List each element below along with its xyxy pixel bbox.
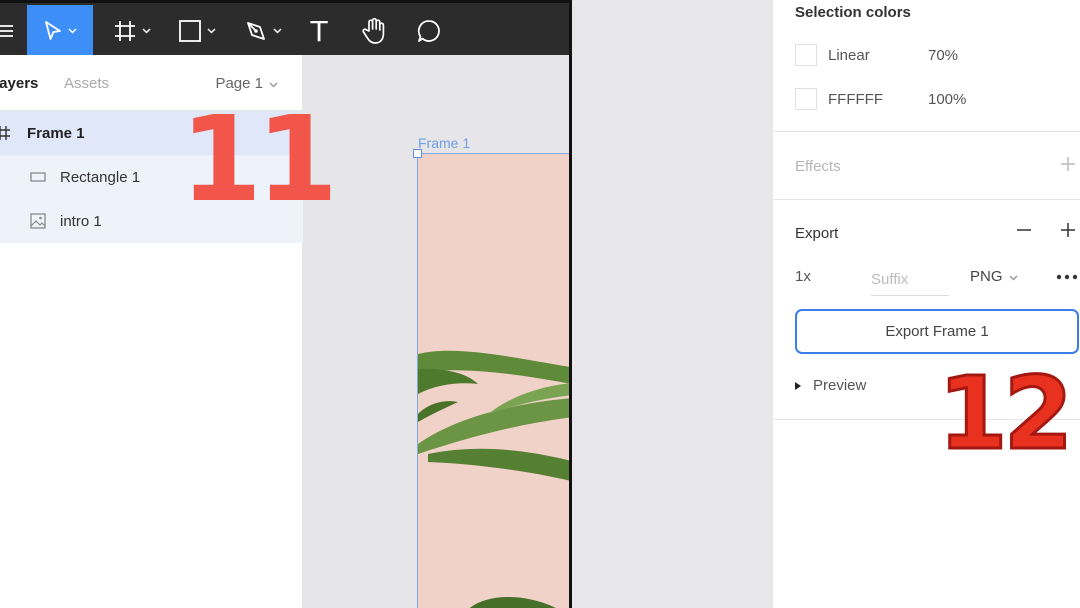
text-tool-icon: T: [310, 14, 328, 48]
chevron-down-icon: [142, 28, 151, 34]
canvas-frame[interactable]: [417, 153, 569, 608]
more-dots-icon: [1056, 267, 1078, 285]
plus-icon: [1060, 156, 1076, 177]
layer-label: Frame 1: [27, 124, 85, 142]
caret-right-icon: [795, 377, 801, 394]
hamburger-menu-icon[interactable]: [0, 5, 18, 57]
tab-assets[interactable]: Assets: [64, 75, 109, 92]
add-export-button[interactable]: [1059, 222, 1077, 243]
comment-bubble-icon: [416, 18, 442, 44]
selection-handle[interactable]: [413, 149, 422, 158]
export-frame-button[interactable]: Export Frame 1: [795, 309, 1079, 354]
frame-hash-icon: [113, 19, 137, 43]
remove-export-button[interactable]: [1015, 223, 1033, 241]
step-number-12: 12: [936, 355, 1074, 472]
screen: T Layers Assets Page 1: [0, 0, 1080, 608]
editor-window: T Layers Assets Page 1: [0, 0, 572, 608]
export-format-select[interactable]: PNG: [970, 268, 1018, 285]
toolbar: T: [0, 0, 569, 57]
rectangle-layer-icon: [30, 171, 46, 183]
hand-tool-button[interactable]: [356, 5, 392, 57]
frame-hash-icon: [0, 125, 10, 141]
image-layer-icon: [30, 213, 46, 229]
pen-tool-icon: [244, 19, 268, 43]
canvas-frame-label[interactable]: Frame 1: [418, 135, 470, 151]
suffix-input[interactable]: [871, 264, 949, 296]
color-name[interactable]: FFFFFF: [828, 91, 883, 108]
export-scale[interactable]: 1x: [795, 268, 811, 285]
effects-title: Effects: [795, 158, 841, 175]
color-name[interactable]: Linear: [828, 47, 870, 64]
color-swatch[interactable]: [795, 44, 817, 66]
color-opacity[interactable]: 100%: [928, 91, 966, 108]
chevron-down-icon: [207, 28, 216, 34]
divider: [773, 199, 1080, 200]
plant-image: [418, 350, 569, 608]
export-format-label: PNG: [970, 268, 1003, 285]
properties-panel: Selection colors Linear 70% FFFFFF 100% …: [773, 0, 1080, 608]
add-effect-button[interactable]: [1059, 156, 1077, 177]
export-options-button[interactable]: [1055, 266, 1079, 286]
pen-tool-button[interactable]: [238, 5, 288, 57]
divider: [773, 131, 1080, 132]
rectangle-shape-icon: [178, 19, 202, 43]
minus-icon: [1016, 222, 1032, 243]
layer-label: Rectangle 1: [60, 168, 141, 186]
chevron-down-icon: [273, 28, 282, 34]
selection-colors-title: Selection colors: [795, 4, 911, 21]
layer-label: intro 1: [60, 212, 102, 230]
color-opacity[interactable]: 70%: [928, 47, 958, 64]
text-tool-button[interactable]: T: [302, 5, 336, 57]
shape-tool-button[interactable]: [172, 5, 222, 57]
tab-layers[interactable]: Layers: [0, 75, 38, 92]
move-tool-button[interactable]: [27, 5, 93, 57]
export-title: Export: [795, 225, 839, 242]
plus-icon: [1060, 222, 1076, 243]
preview-toggle[interactable]: Preview: [795, 377, 866, 394]
move-pointer-icon: [43, 20, 63, 42]
chevron-down-icon: [68, 28, 77, 34]
hand-tool-icon: [361, 17, 387, 45]
step-number-11: 11: [180, 90, 338, 228]
frame-tool-button[interactable]: [108, 5, 156, 57]
preview-label: Preview: [813, 377, 867, 394]
color-swatch[interactable]: [795, 88, 817, 110]
chevron-down-icon: [1009, 268, 1018, 285]
comment-tool-button[interactable]: [412, 5, 446, 57]
